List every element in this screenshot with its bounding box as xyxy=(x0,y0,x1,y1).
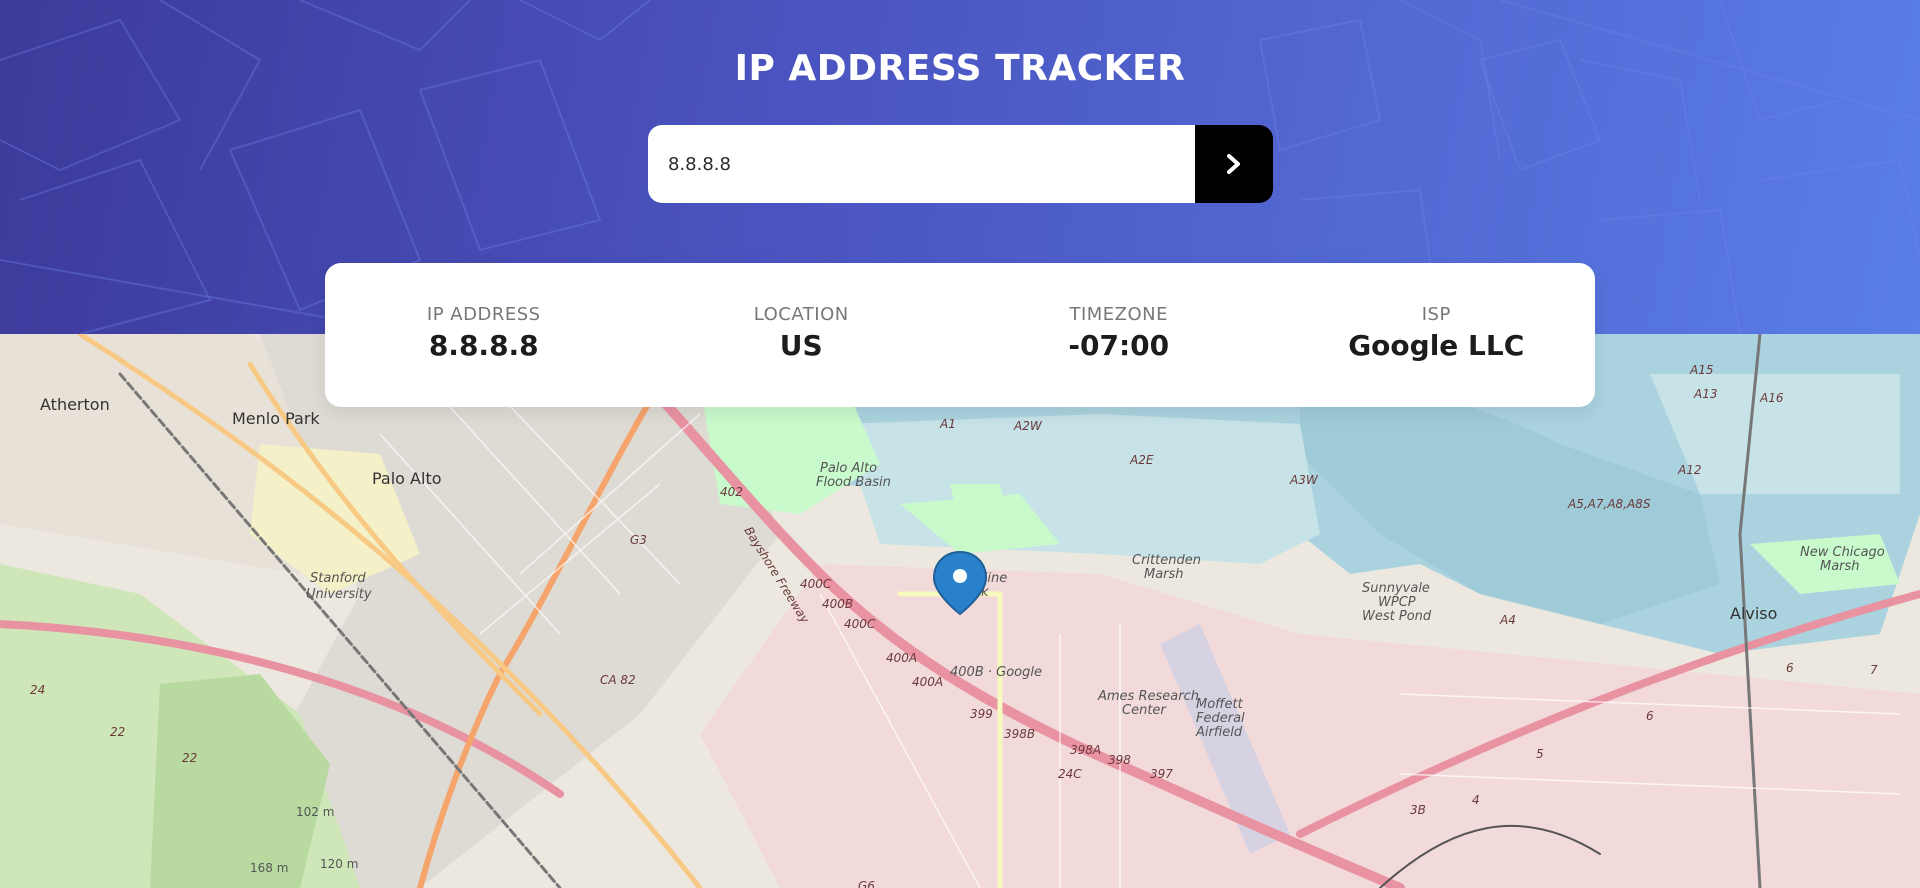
search-submit-button[interactable] xyxy=(1195,125,1273,203)
svg-text:4: 4 xyxy=(1472,793,1480,807)
svg-text:402: 402 xyxy=(720,485,743,499)
map-place-palo-alto: Palo Alto xyxy=(372,469,442,488)
isp-label: ISP xyxy=(1421,304,1451,325)
svg-text:CA 82: CA 82 xyxy=(600,673,636,687)
svg-text:A2E: A2E xyxy=(1129,453,1154,467)
map-place-atherton: Atherton xyxy=(40,395,110,414)
svg-text:A1: A1 xyxy=(939,417,956,431)
search-bar xyxy=(648,125,1273,203)
map-place-stanford: Stanford xyxy=(310,571,366,586)
chevron-right-icon xyxy=(1227,154,1240,174)
map-place-google: 400B · Google xyxy=(950,665,1042,680)
map-place-new-chicago: New Chicago xyxy=(1800,545,1885,560)
svg-text:168 m: 168 m xyxy=(250,861,288,875)
svg-text:A4: A4 xyxy=(1499,613,1516,627)
svg-text:7: 7 xyxy=(1870,663,1878,677)
info-timezone: TIMEZONE -07:00 xyxy=(960,263,1278,407)
svg-text:398: 398 xyxy=(1108,753,1131,767)
timezone-value: -07:00 xyxy=(1068,329,1170,362)
ip-label: IP ADDRESS xyxy=(426,304,541,325)
svg-text:102 m: 102 m xyxy=(296,805,334,819)
svg-text:397: 397 xyxy=(1150,767,1173,781)
svg-text:24C: 24C xyxy=(1058,767,1082,781)
svg-text:A15: A15 xyxy=(1689,363,1713,377)
location-value: US xyxy=(779,329,823,362)
map-place-sunnyvale: Sunnyvale xyxy=(1362,581,1430,596)
map-place-ames: Ames Research xyxy=(1097,689,1199,704)
svg-text:400B: 400B xyxy=(822,597,853,611)
map-place-university: University xyxy=(306,587,372,602)
location-label: LOCATION xyxy=(753,304,849,325)
map-place-wpcp: WPCP xyxy=(1378,595,1416,610)
svg-text:G3: G3 xyxy=(630,533,647,547)
svg-text:24: 24 xyxy=(30,683,45,697)
svg-text:G6: G6 xyxy=(858,879,875,888)
svg-text:400A: 400A xyxy=(886,651,917,665)
svg-text:5: 5 xyxy=(1536,747,1544,761)
info-isp: ISP Google LLC xyxy=(1278,263,1596,407)
svg-text:399: 399 xyxy=(970,707,993,721)
isp-value: Google LLC xyxy=(1348,329,1525,362)
map-place-flood-basin-2: Flood Basin xyxy=(816,475,891,490)
svg-text:6: 6 xyxy=(1646,709,1654,723)
map-place-menlo-park: Menlo Park xyxy=(232,409,320,428)
svg-text:22: 22 xyxy=(182,751,197,765)
svg-text:400C: 400C xyxy=(800,577,832,591)
svg-text:A5,A7,A8,A8S: A5,A7,A8,A8S xyxy=(1567,497,1651,511)
map-place-flood-basin: Palo Alto xyxy=(820,461,877,476)
svg-text:A16: A16 xyxy=(1759,391,1784,405)
svg-text:A13: A13 xyxy=(1693,387,1717,401)
svg-text:400A: 400A xyxy=(912,675,943,689)
ip-search-input[interactable] xyxy=(648,125,1195,203)
svg-text:A12: A12 xyxy=(1677,463,1701,477)
svg-text:400C: 400C xyxy=(844,617,876,631)
map-place-center: Center xyxy=(1122,703,1167,718)
svg-text:398B: 398B xyxy=(1004,727,1035,741)
info-card: IP ADDRESS 8.8.8.8 LOCATION US TIMEZONE … xyxy=(325,263,1595,407)
map-place-new-chicago-marsh: Marsh xyxy=(1820,559,1860,574)
svg-text:A3W: A3W xyxy=(1289,473,1319,487)
info-location: LOCATION US xyxy=(643,263,961,407)
map-canvas[interactable]: Atherton Menlo Park Palo Alto Alviso Sta… xyxy=(0,334,1920,888)
map-place-crittenden: Crittenden xyxy=(1132,553,1201,568)
map-place-airfield: Airfield xyxy=(1195,725,1243,740)
svg-text:6: 6 xyxy=(1786,661,1794,675)
svg-text:22: 22 xyxy=(110,725,125,739)
map-place-moffett: Moffett xyxy=(1196,697,1244,712)
page-title: IP ADDRESS TRACKER xyxy=(734,48,1186,89)
map-place-federal: Federal xyxy=(1196,711,1245,726)
map-place-west-pond: West Pond xyxy=(1362,609,1432,624)
map-place-marsh: Marsh xyxy=(1144,567,1184,582)
map-place-alviso: Alviso xyxy=(1730,604,1777,623)
svg-text:3B: 3B xyxy=(1410,803,1426,817)
info-ip: IP ADDRESS 8.8.8.8 xyxy=(325,263,643,407)
timezone-label: TIMEZONE xyxy=(1069,304,1169,325)
svg-text:A2W: A2W xyxy=(1013,419,1043,433)
svg-text:120 m: 120 m xyxy=(320,857,358,871)
svg-text:398A: 398A xyxy=(1070,743,1101,757)
ip-value: 8.8.8.8 xyxy=(428,329,539,362)
map[interactable]: Atherton Menlo Park Palo Alto Alviso Sta… xyxy=(0,334,1920,888)
